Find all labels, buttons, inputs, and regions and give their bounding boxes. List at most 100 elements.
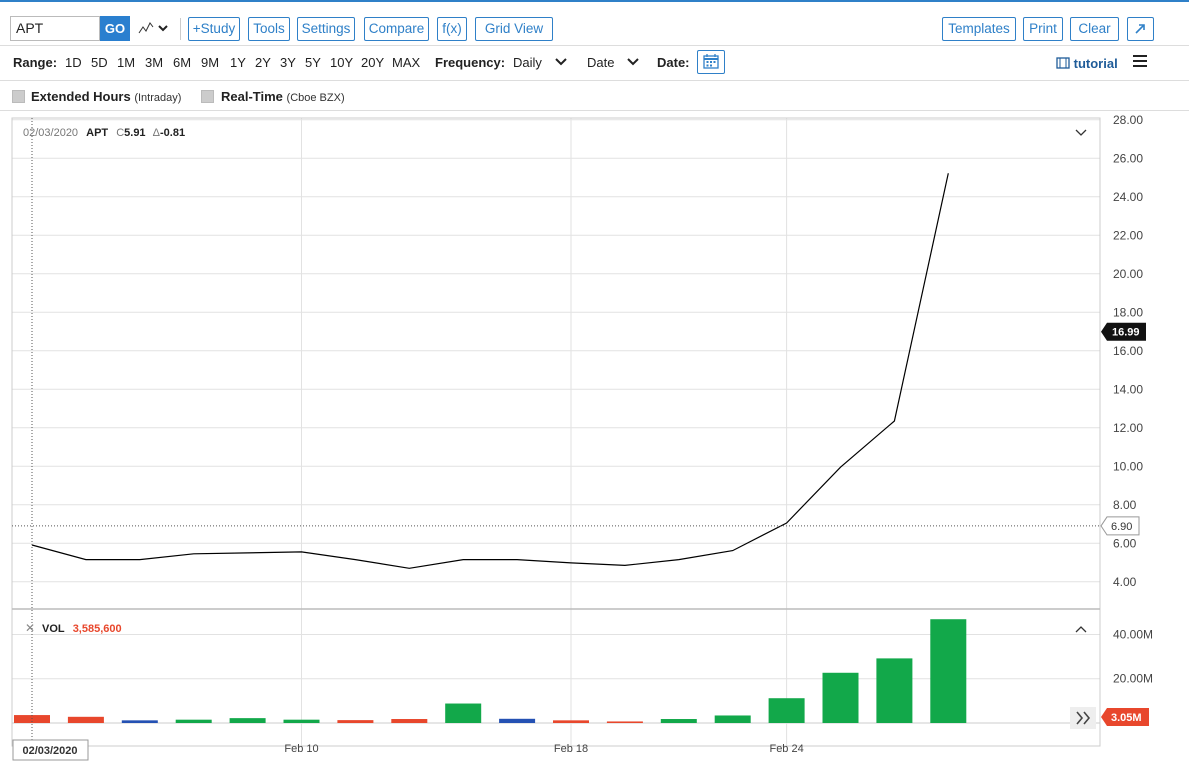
fx-button[interactable]: f(x)	[437, 17, 467, 41]
film-icon	[1056, 57, 1070, 69]
volume-tick-label: 20.00M	[1113, 672, 1153, 686]
price-line-group	[31, 173, 949, 569]
clear-button[interactable]: Clear	[1070, 17, 1119, 41]
extended-hours-checkbox[interactable]	[12, 90, 25, 103]
last-volume-tag: 3.05M	[1101, 708, 1149, 726]
range-9m[interactable]: 9M	[201, 55, 219, 70]
compare-button[interactable]: Compare	[364, 17, 429, 41]
volume-bar	[337, 720, 374, 723]
settings-button[interactable]: Settings	[297, 17, 355, 41]
extended-hours-label: Extended Hours (Intraday)	[31, 89, 182, 104]
price-tick-label: 6.00	[1113, 536, 1137, 550]
last-volume-label: 3.05M	[1111, 712, 1142, 724]
range-max[interactable]: MAX	[392, 55, 420, 70]
x-tick-label: Feb 24	[769, 743, 803, 755]
price-panel-collapse-icon[interactable]	[1075, 129, 1087, 136]
volume-bar	[121, 720, 158, 723]
x-axis-labels: Feb 10 Feb 18 Feb 24	[284, 743, 803, 755]
frequency-dropdown[interactable]: Daily	[513, 55, 568, 70]
tutorial-label: tutorial	[1073, 56, 1118, 71]
date-mode-value: Date	[587, 55, 615, 70]
volume-bar	[714, 715, 751, 723]
frequency-label: Frequency:	[435, 55, 506, 70]
go-button[interactable]: GO	[100, 16, 130, 41]
range-1m[interactable]: 1M	[117, 55, 135, 70]
volume-tick-label: 40.00M	[1113, 627, 1153, 641]
price-tick-label: 24.00	[1113, 190, 1143, 204]
frequency-value: Daily	[513, 55, 542, 70]
price-tick-label: 8.00	[1113, 498, 1137, 512]
study-button[interactable]: +Study	[188, 17, 240, 41]
print-button[interactable]: Print	[1023, 17, 1063, 41]
scroll-forward-button[interactable]	[1070, 707, 1096, 729]
price-tick-label: 28.00	[1113, 113, 1143, 127]
crosshair-date-label: 02/03/2020	[22, 745, 77, 757]
range-10y[interactable]: 10Y	[330, 55, 353, 70]
volume-bar	[67, 716, 104, 723]
chart-type-dropdown[interactable]	[137, 18, 171, 40]
calendar-icon	[703, 54, 719, 69]
x-tick-label: Feb 18	[554, 743, 588, 755]
templates-button[interactable]: Templates	[942, 17, 1016, 41]
range-5y[interactable]: 5Y	[305, 55, 321, 70]
range-3y[interactable]: 3Y	[280, 55, 296, 70]
crosshair-price-label: 6.90	[1111, 521, 1132, 533]
volume-panel-close-icon[interactable]: ✕	[25, 621, 35, 635]
range-bar: Range: 1D 5D 1M 3M 6M 9M 1Y 2Y 3Y 5Y 10Y…	[0, 46, 1189, 81]
volume-bar	[606, 721, 643, 723]
range-label: Range:	[13, 55, 58, 70]
price-tick-label: 16.00	[1113, 344, 1143, 358]
volume-bar	[229, 718, 266, 723]
volume-bar	[499, 718, 536, 723]
volume-bar	[768, 698, 805, 723]
chevron-down-icon	[627, 58, 639, 66]
toolbar-separator	[180, 18, 181, 40]
volume-legend: VOL 3,585,600	[42, 623, 122, 635]
price-tick-label: 12.00	[1113, 421, 1143, 435]
options-bar: Extended Hours (Intraday) Real-Time (Cbo…	[0, 81, 1189, 111]
price-tick-label: 18.00	[1113, 305, 1143, 319]
real-time-checkbox[interactable]	[201, 90, 214, 103]
grid-view-button[interactable]: Grid View	[475, 17, 553, 41]
range-3m[interactable]: 3M	[145, 55, 163, 70]
price-line	[31, 173, 949, 569]
expand-icon	[1135, 24, 1145, 34]
range-20y[interactable]: 20Y	[361, 55, 384, 70]
volume-bar	[930, 619, 967, 723]
line-chart-icon	[138, 22, 168, 34]
symbol-input[interactable]: APT	[10, 16, 100, 41]
expand-button[interactable]	[1127, 17, 1154, 41]
main-toolbar: APT GO +Study Tools Settings Compare f(x…	[0, 2, 1189, 46]
range-6m[interactable]: 6M	[173, 55, 191, 70]
price-tick-label: 20.00	[1113, 267, 1143, 281]
date-picker-button[interactable]	[697, 50, 725, 74]
crosshair: 6.90 02/03/2020 16.99	[12, 118, 1146, 761]
range-1y[interactable]: 1Y	[230, 55, 246, 70]
volume-panel-collapse-icon[interactable]	[1075, 626, 1087, 633]
hamburger-menu-icon[interactable]	[1133, 54, 1147, 68]
volume-bar	[660, 719, 697, 723]
last-price-label: 16.99	[1112, 327, 1140, 339]
volume-bar	[822, 672, 859, 723]
price-tick-label: 4.00	[1113, 575, 1137, 589]
price-tick-label: 26.00	[1113, 151, 1143, 165]
price-tick-label: 14.00	[1113, 382, 1143, 396]
price-tick-label: 22.00	[1113, 228, 1143, 242]
real-time-label: Real-Time (Cboe BZX)	[221, 89, 345, 104]
volume-bar	[391, 719, 428, 723]
x-tick-label: Feb 10	[284, 743, 318, 755]
chevron-down-icon	[554, 58, 567, 66]
tutorial-link[interactable]: tutorial	[1056, 56, 1118, 71]
tools-button[interactable]: Tools	[248, 17, 290, 41]
axis-labels: 28.00 26.00 24.00 22.00 20.00 18.00 16.00 14.00…	[1113, 113, 1153, 686]
date-mode-dropdown[interactable]: Date	[587, 55, 640, 70]
volume-bar	[876, 658, 913, 723]
volume-bar	[283, 719, 320, 723]
range-5d[interactable]: 5D	[91, 55, 108, 70]
price-chart[interactable]: 28.00 26.00 24.00 22.00 20.00 18.00 16.00 14.00…	[0, 111, 1189, 776]
date-label: Date:	[657, 55, 690, 70]
range-1d[interactable]: 1D	[65, 55, 82, 70]
volume-bar	[553, 720, 589, 723]
price-tick-label: 10.00	[1113, 459, 1143, 473]
range-2y[interactable]: 2Y	[255, 55, 271, 70]
